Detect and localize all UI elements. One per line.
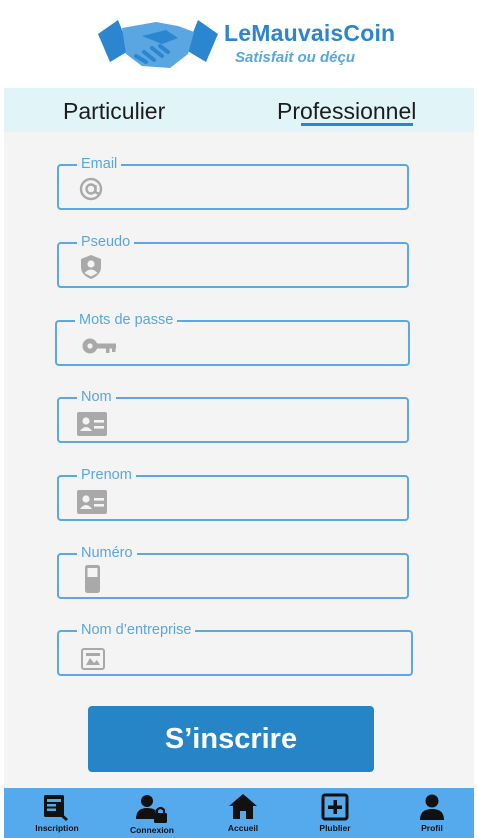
- nav-connexion[interactable]: Connexion: [112, 788, 192, 838]
- nom-label: Nom: [77, 389, 116, 405]
- person-icon: [420, 794, 444, 820]
- numero-label: Numéro: [77, 545, 137, 561]
- nav-inscription[interactable]: Inscription: [17, 788, 97, 838]
- nav-inscription-label: Inscription: [35, 823, 79, 833]
- app-header: LeMauvaisCoin Satisfait ou déçu: [4, 0, 474, 88]
- nom-field[interactable]: Nom: [57, 389, 409, 443]
- company-name-input[interactable]: [111, 642, 391, 664]
- active-tab-indicator: [301, 123, 413, 126]
- password-label: Mots de passe: [75, 312, 178, 328]
- nav-connexion-label: Connexion: [130, 825, 174, 835]
- prenom-field[interactable]: Prenom: [57, 467, 409, 521]
- password-input[interactable]: [123, 332, 403, 354]
- nav-publier[interactable]: Plublier: [295, 788, 375, 838]
- email-input[interactable]: [111, 176, 391, 198]
- tab-professionnel[interactable]: Professionnel: [277, 98, 416, 125]
- signup-button[interactable]: S’inscrire: [88, 706, 374, 772]
- numero-field[interactable]: Numéro: [57, 545, 409, 599]
- pseudo-field[interactable]: Pseudo: [57, 234, 409, 288]
- prenom-label: Prenom: [77, 467, 136, 483]
- at-icon: [79, 177, 103, 201]
- phone-icon: [85, 565, 100, 593]
- bottom-navigation: Inscription Connexion Accueil Plublier P…: [4, 788, 474, 838]
- user-lock-icon: [136, 795, 167, 823]
- shield-user-icon: [81, 255, 101, 279]
- numero-input[interactable]: [111, 565, 391, 587]
- brand-name: LeMauvaisCoin: [224, 20, 396, 46]
- key-icon: [82, 338, 116, 354]
- id-card-icon: [77, 490, 107, 514]
- pseudo-input[interactable]: [111, 254, 391, 276]
- email-label: Email: [77, 156, 122, 172]
- pseudo-label: Pseudo: [77, 234, 135, 250]
- nom-input[interactable]: [111, 409, 391, 431]
- image-icon: [81, 648, 105, 670]
- home-icon: [229, 794, 257, 819]
- handshake-logo-icon: [98, 20, 218, 68]
- tab-particulier[interactable]: Particulier: [63, 98, 165, 125]
- nav-publier-label: Plublier: [319, 823, 351, 833]
- prenom-input[interactable]: [111, 487, 391, 509]
- app-frame: LeMauvaisCoin Satisfait ou déçu Particul…: [4, 0, 474, 838]
- brand-tagline: Satisfait ou déçu: [235, 49, 356, 66]
- nav-profil-label: Profil: [421, 823, 443, 833]
- nav-accueil-label: Accueil: [227, 823, 259, 833]
- company-name-field[interactable]: Nom d’entreprise: [57, 622, 413, 676]
- nav-profil[interactable]: Profil: [392, 788, 472, 838]
- id-card-icon: [77, 412, 107, 436]
- add-box-icon: [321, 793, 349, 821]
- password-field[interactable]: Mots de passe: [55, 312, 410, 366]
- email-field[interactable]: Email: [57, 156, 409, 210]
- register-icon: [44, 795, 68, 821]
- account-type-tabs: Particulier Professionnel: [4, 88, 474, 132]
- nav-accueil[interactable]: Accueil: [203, 788, 283, 838]
- company-name-label: Nom d’entreprise: [77, 622, 196, 638]
